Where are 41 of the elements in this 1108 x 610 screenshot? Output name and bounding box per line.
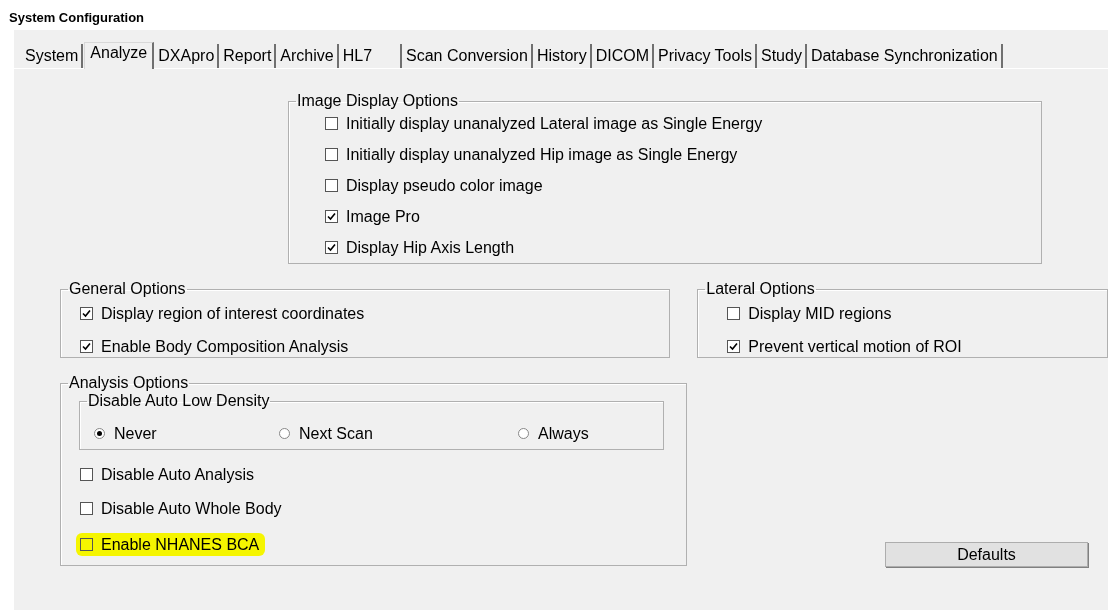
checkbox-label: Disable Auto Analysis — [101, 465, 254, 484]
tab[interactable]: Archive — [277, 44, 339, 68]
checkbox[interactable] — [80, 468, 93, 481]
checkbox[interactable] — [80, 307, 93, 320]
checkbox-label: Enable Body Composition Analysis — [101, 337, 349, 356]
checkbox-label: Prevent vertical motion of ROI — [748, 337, 962, 356]
checkbox[interactable] — [325, 117, 338, 130]
window-title: System Configuration — [8, 9, 145, 27]
checkbox-label: Display Hip Axis Length — [346, 238, 515, 257]
tab[interactable]: System — [22, 44, 84, 68]
checkbox-label: Display MID regions — [748, 304, 892, 323]
checkbox[interactable] — [325, 148, 338, 161]
checkbox-label: Enable NHANES BCA — [101, 535, 260, 554]
radio-button[interactable] — [518, 428, 529, 439]
checkbox[interactable] — [727, 340, 741, 353]
radio-label: Always — [538, 424, 589, 443]
checkbox-label: Display region of interest coordinates — [101, 304, 365, 323]
checkbox[interactable] — [80, 502, 93, 515]
checkbox[interactable] — [325, 179, 338, 192]
checkbox-label: Initially display unanalyzed Lateral image as Single Energy — [346, 114, 763, 133]
radio-button[interactable] — [94, 428, 105, 439]
checkbox-label: Disable Auto Whole Body — [101, 499, 282, 518]
checkbox[interactable] — [325, 210, 338, 223]
checkbox-label: Initially display unanalyzed Hip image as Single Energy — [346, 145, 738, 164]
checkbox[interactable] — [80, 538, 93, 551]
tab[interactable]: Scan Conversion — [403, 44, 533, 68]
group-title: Image Display Options — [296, 92, 459, 110]
radio-label: Next Scan — [299, 424, 373, 443]
group-title: Lateral Options — [705, 280, 816, 298]
defaults-button[interactable]: Defaults — [885, 542, 1088, 567]
checkbox-label: Image Pro — [346, 207, 420, 226]
group-title: General Options — [68, 280, 187, 298]
checkbox[interactable] — [325, 241, 338, 254]
group-title: Disable Auto Low Density — [87, 392, 271, 410]
checkbox-label: Display pseudo color image — [346, 176, 543, 195]
tab[interactable]: Analyze — [84, 42, 155, 69]
radio-label: Never — [114, 424, 157, 443]
checkbox[interactable] — [80, 340, 93, 353]
checkbox[interactable] — [727, 307, 741, 320]
radio-button[interactable] — [279, 428, 290, 439]
group-title: Analysis Options — [68, 374, 190, 392]
